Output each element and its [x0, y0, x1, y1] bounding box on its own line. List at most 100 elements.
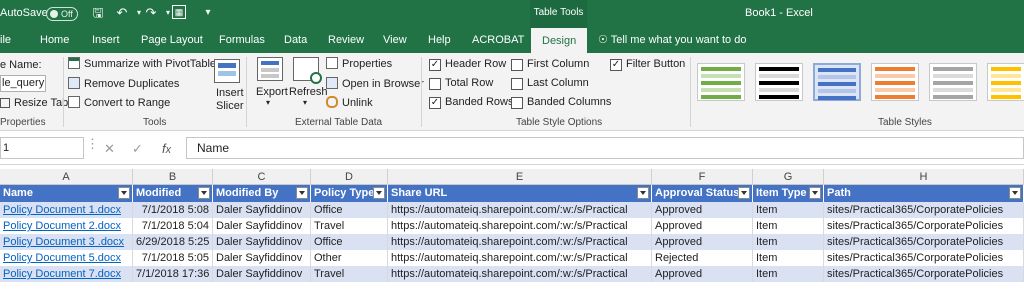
- table-cell[interactable]: sites/Practical365/CorporatePolicies: [824, 250, 1024, 266]
- filter-dropdown-icon[interactable]: [198, 187, 210, 199]
- pivot-button[interactable]: Summarize with PivotTable: [68, 57, 216, 70]
- table-cell[interactable]: Travel: [311, 218, 388, 234]
- enter-icon[interactable]: ✓: [132, 141, 143, 157]
- filter-dropdown-icon[interactable]: [296, 187, 308, 199]
- document-link[interactable]: Policy Document 2.docx: [0, 218, 133, 234]
- redo-icon[interactable]: ↷: [143, 5, 159, 21]
- tab-insert[interactable]: Insert: [92, 28, 120, 53]
- table-cell[interactable]: Daler Sayfiddinov: [213, 202, 311, 218]
- table-cell[interactable]: Approved: [652, 234, 753, 250]
- table-cell[interactable]: Daler Sayfiddinov: [213, 266, 311, 282]
- table-cell[interactable]: Item: [753, 234, 824, 250]
- tab-acrobat[interactable]: ACROBAT: [472, 28, 524, 53]
- document-link[interactable]: Policy Document 1.docx: [0, 202, 133, 218]
- document-link[interactable]: Policy Document 5.docx: [0, 250, 133, 266]
- column-header-c[interactable]: C: [213, 169, 311, 185]
- formula-input[interactable]: Name: [186, 137, 1024, 159]
- table-cell[interactable]: Approved: [652, 202, 753, 218]
- tab-view[interactable]: View: [383, 28, 407, 53]
- table-cell[interactable]: https://automateiq.sharepoint.com/:w:/s/…: [388, 266, 652, 282]
- column-header-b[interactable]: B: [133, 169, 213, 185]
- table-cell[interactable]: Item: [753, 266, 824, 282]
- refresh-dropdown-icon[interactable]: ▾: [303, 98, 307, 107]
- tab-page-layout[interactable]: Page Layout: [141, 28, 203, 53]
- column-header-e[interactable]: E: [388, 169, 652, 185]
- table-header-cell[interactable]: Approval Status: [652, 185, 753, 202]
- resize-table-button[interactable]: Resize Table: [0, 97, 77, 109]
- first-column-checkbox[interactable]: [511, 59, 523, 71]
- last-column-checkbox[interactable]: [511, 78, 523, 90]
- table-style-black[interactable]: [755, 63, 803, 101]
- insert-slicer-label-1[interactable]: Insert: [216, 87, 244, 99]
- column-header-g[interactable]: G: [753, 169, 824, 185]
- tab-help[interactable]: Help: [428, 28, 451, 53]
- cancel-icon[interactable]: ✕: [104, 141, 115, 157]
- table-header-cell[interactable]: Path: [824, 185, 1024, 202]
- banded-columns-checkbox[interactable]: [511, 97, 523, 109]
- table-cell[interactable]: Item: [753, 218, 824, 234]
- save-icon[interactable]: 🖫: [90, 5, 106, 21]
- table-cell[interactable]: Office: [311, 234, 388, 250]
- table-header-cell[interactable]: Modified: [133, 185, 213, 202]
- table-cell[interactable]: https://automateiq.sharepoint.com/:w:/s/…: [388, 202, 652, 218]
- table-cell[interactable]: 7/1/2018 17:36: [133, 266, 213, 282]
- table-style-blue-selected[interactable]: [813, 63, 861, 101]
- tell-me-box[interactable]: ☉ Tell me what you want to do: [598, 28, 746, 53]
- table-cell[interactable]: https://automateiq.sharepoint.com/:w:/s/…: [388, 234, 652, 250]
- table-style-gold[interactable]: [987, 63, 1024, 101]
- tab-review[interactable]: Review: [328, 28, 364, 53]
- total-row-checkbox[interactable]: [429, 78, 441, 90]
- name-box[interactable]: 1: [0, 137, 84, 159]
- refresh-button[interactable]: Refresh: [289, 86, 328, 98]
- filter-dropdown-icon[interactable]: [738, 187, 750, 199]
- table-cell[interactable]: https://automateiq.sharepoint.com/:w:/s/…: [388, 250, 652, 266]
- column-header-f[interactable]: F: [652, 169, 753, 185]
- tab-design[interactable]: Design: [531, 28, 588, 53]
- export-dropdown-icon[interactable]: ▾: [266, 98, 270, 107]
- export-button[interactable]: Export: [256, 86, 288, 98]
- table-cell[interactable]: Item: [753, 202, 824, 218]
- filter-dropdown-icon[interactable]: [1009, 187, 1021, 199]
- table-header-cell[interactable]: Item Type: [753, 185, 824, 202]
- quick-access-icon[interactable]: ▦: [172, 5, 186, 19]
- column-header-h[interactable]: H: [824, 169, 1024, 185]
- table-name-input[interactable]: le_query: [0, 75, 46, 92]
- table-cell[interactable]: 7/1/2018 5:04: [133, 218, 213, 234]
- table-cell[interactable]: Approved: [652, 218, 753, 234]
- table-cell[interactable]: sites/Practical365/CorporatePolicies: [824, 266, 1024, 282]
- undo-icon[interactable]: ↶: [114, 5, 130, 21]
- remove-duplicates-button[interactable]: Remove Duplicates: [68, 77, 179, 90]
- table-cell[interactable]: Rejected: [652, 250, 753, 266]
- table-cell[interactable]: 6/29/2018 5:25: [133, 234, 213, 250]
- customize-toolbar-icon[interactable]: ▾: [200, 5, 216, 21]
- table-cell[interactable]: Daler Sayfiddinov: [213, 218, 311, 234]
- table-cell[interactable]: sites/Practical365/CorporatePolicies: [824, 234, 1024, 250]
- table-style-gray[interactable]: [929, 63, 977, 101]
- table-header-cell[interactable]: Policy Type: [311, 185, 388, 202]
- tab-home[interactable]: Home: [40, 28, 69, 53]
- table-cell[interactable]: https://automateiq.sharepoint.com/:w:/s/…: [388, 218, 652, 234]
- table-cell[interactable]: Daler Sayfiddinov: [213, 250, 311, 266]
- tab-formulas[interactable]: Formulas: [219, 28, 265, 53]
- table-header-cell[interactable]: Share URL: [388, 185, 652, 202]
- table-header-cell[interactable]: Modified By: [213, 185, 311, 202]
- table-header-cell[interactable]: Name: [0, 185, 133, 202]
- convert-range-button[interactable]: Convert to Range: [68, 96, 170, 109]
- table-cell[interactable]: Daler Sayfiddinov: [213, 234, 311, 250]
- document-link[interactable]: Policy Document 3 .docx: [0, 234, 133, 250]
- table-style-orange[interactable]: [871, 63, 919, 101]
- tab-data[interactable]: Data: [284, 28, 307, 53]
- table-cell[interactable]: sites/Practical365/CorporatePolicies: [824, 202, 1024, 218]
- insert-slicer-label-2[interactable]: Slicer: [216, 100, 244, 112]
- table-cell[interactable]: Office: [311, 202, 388, 218]
- table-cell[interactable]: sites/Practical365/CorporatePolicies: [824, 218, 1024, 234]
- open-in-browser-button[interactable]: Open in Browser: [326, 77, 424, 90]
- filter-dropdown-icon[interactable]: [809, 187, 821, 199]
- filter-button-checkbox[interactable]: ✓: [610, 59, 622, 71]
- banded-rows-checkbox[interactable]: ✓: [429, 97, 441, 109]
- table-style-green[interactable]: [697, 63, 745, 101]
- header-row-checkbox[interactable]: ✓: [429, 59, 441, 71]
- table-cell[interactable]: Travel: [311, 266, 388, 282]
- filter-dropdown-icon[interactable]: [118, 187, 130, 199]
- tab-file[interactable]: ile: [0, 28, 11, 53]
